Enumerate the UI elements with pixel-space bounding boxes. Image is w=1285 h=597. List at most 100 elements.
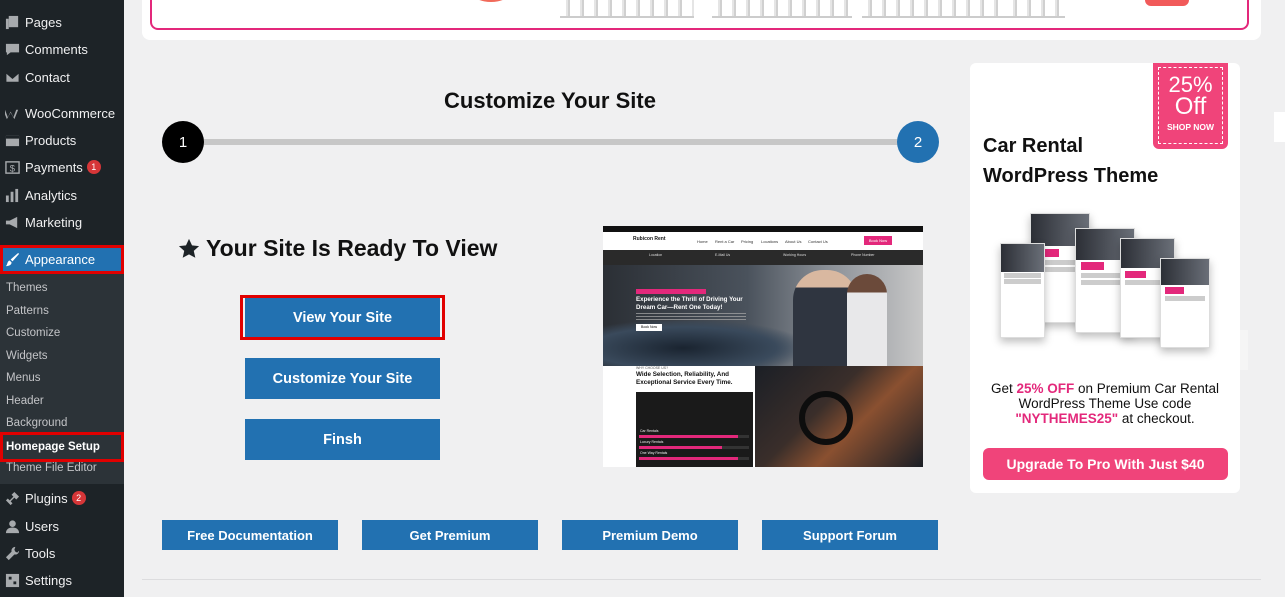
promo-card: 25% Off SHOP NOW Car Rental WordPress Th… <box>970 63 1240 493</box>
preview-bar-track <box>639 457 749 460</box>
woocommerce-icon <box>4 105 20 121</box>
pages-icon <box>4 14 20 30</box>
promo-text-pre: Get <box>990 381 1017 396</box>
preview-bar-label: Car Rentals <box>640 429 659 433</box>
view-site-button[interactable]: View Your Site <box>245 298 440 337</box>
upgrade-to-pro-button[interactable]: Upgrade To Pro With Just $40 <box>983 448 1228 480</box>
preview-info-item: Phone Number <box>851 253 875 257</box>
submenu-patterns[interactable]: Patterns <box>0 300 124 322</box>
sidebar-item-woocommerce[interactable]: WooCommerce <box>0 100 124 126</box>
preview-bar-track <box>639 435 749 438</box>
preview-hero-subtext <box>636 313 746 321</box>
sidebar-item-label: Analytics <box>25 187 78 203</box>
promo-text: Get 25% OFF on Premium Car Rental WordPr… <box>982 381 1228 426</box>
sidebar-item-tools[interactable]: Tools <box>0 540 124 566</box>
preview-info-item: Working Hours <box>783 253 807 257</box>
sidebar-item-label: Pages <box>25 14 62 30</box>
promo-code: "NYTHEMES25" <box>1015 411 1119 426</box>
sidebar-item-pages[interactable]: Pages <box>0 9 124 35</box>
sidebar-item-contact[interactable]: Contact <box>0 64 124 90</box>
sidebar-item-plugins[interactable]: Plugins 2 <box>0 485 124 511</box>
preview-bar-fill <box>639 435 738 438</box>
payments-icon: $ <box>4 159 20 175</box>
preview-nav-link: Pricing <box>741 239 754 244</box>
sidebar-item-analytics[interactable]: Analytics <box>0 182 124 208</box>
sidebar-item-payments[interactable]: $ Payments 1 <box>0 154 124 180</box>
submenu-background[interactable]: Background <box>0 412 124 434</box>
preview-bar-track <box>639 446 749 449</box>
preview-bar-label: One Way Rentals <box>640 451 668 455</box>
preview-nav-link: Locations <box>761 239 779 244</box>
premium-demo-button[interactable]: Premium Demo <box>562 520 738 550</box>
preview-book-button: Book Now <box>864 236 892 245</box>
sidebar-item-marketing[interactable]: Marketing <box>0 209 124 235</box>
step-1-indicator: 1 <box>162 121 204 163</box>
site-preview-image: Rubicon Rent Home Rent a Car Pricing Loc… <box>603 226 923 467</box>
sidebar-item-users[interactable]: Users <box>0 513 124 539</box>
preview-nav-link: Home <box>697 239 708 244</box>
sidebar-item-comments[interactable]: Comments <box>0 36 124 62</box>
sidebar-item-appearance[interactable]: Appearance <box>0 245 124 274</box>
mockup-screen <box>1160 258 1210 348</box>
promo-title: Car Rental WordPress Theme <box>983 135 1159 187</box>
top-banner-card <box>142 0 1261 40</box>
mail-icon <box>4 69 20 85</box>
sidebar-item-label: Tools <box>25 545 56 561</box>
preview-info-item: Location <box>649 253 663 257</box>
sidebar-item-label: WooCommerce <box>25 105 116 121</box>
submenu-customize[interactable]: Customize <box>0 322 124 344</box>
banner-circle-decoration <box>456 0 526 2</box>
banner-button[interactable] <box>1145 0 1189 6</box>
preview-bar-label: Luxury Rentals <box>640 440 664 444</box>
ready-heading: Your Site Is Ready To View <box>178 235 497 262</box>
get-premium-button[interactable]: Get Premium <box>362 520 538 550</box>
theme-mockup-image <box>1000 213 1215 363</box>
free-documentation-button[interactable]: Free Documentation <box>162 520 338 550</box>
preview-steering-wheel <box>799 391 853 445</box>
preview-car <box>603 321 803 366</box>
submenu-header[interactable]: Header <box>0 390 124 412</box>
badge-off: Off <box>1174 93 1207 120</box>
preview-logo: Rubicon Rent <box>633 236 666 242</box>
plugins-badge: 2 <box>71 491 86 505</box>
sidebar-item-label: Payments <box>25 159 83 175</box>
banner-thumbnail <box>560 0 694 18</box>
divider <box>142 579 1261 580</box>
preview-bar-fill <box>639 446 722 449</box>
sidebar-item-products[interactable]: Products <box>0 127 124 153</box>
ready-heading-text: Your Site Is Ready To View <box>206 235 498 261</box>
sidebar-item-label: Appearance <box>25 252 96 267</box>
support-forum-button[interactable]: Support Forum <box>762 520 938 550</box>
sidebar-item-label: Users <box>25 518 59 534</box>
preview-person <box>847 274 887 366</box>
finish-button[interactable]: Finsh <box>245 419 440 460</box>
sidebar-item-label: Contact <box>25 69 70 85</box>
carousel-arrow[interactable] <box>1240 330 1248 370</box>
users-icon <box>4 518 20 534</box>
preview-nav-link: Contact Us <box>808 239 828 244</box>
sidebar-item-settings[interactable]: Settings <box>0 567 124 593</box>
preview-hero-button: Book Now <box>636 324 662 331</box>
preview-bar-fill <box>639 457 738 460</box>
preview-nav-link: About Us <box>785 239 802 244</box>
mockup-screen <box>1000 243 1045 338</box>
marketing-icon <box>4 214 20 230</box>
products-icon <box>4 132 20 148</box>
submenu-widgets[interactable]: Widgets <box>0 345 124 367</box>
submenu-menus[interactable]: Menus <box>0 367 124 389</box>
star-icon <box>178 238 200 258</box>
sidebar-item-label: Settings <box>25 572 72 588</box>
promo-text-post: at checkout. <box>1118 411 1195 426</box>
preview-section-title: Wide Selection, Reliability, And Excepti… <box>636 371 733 386</box>
submenu-theme-file-editor[interactable]: Theme File Editor <box>0 457 124 479</box>
page-title: Customize Your Site <box>444 88 656 113</box>
preview-nav-link: Rent a Car <box>715 239 735 244</box>
brush-icon <box>4 252 20 268</box>
preview-section-label: WHY CHOOSE US? <box>636 366 669 370</box>
step-2-indicator: 2 <box>897 121 939 163</box>
submenu-themes[interactable]: Themes <box>0 277 124 299</box>
scroll-handle[interactable] <box>1274 112 1285 142</box>
tools-icon <box>4 545 20 561</box>
admin-sidebar: Pages Comments Contact WooCommerce Produ… <box>0 0 124 597</box>
customize-site-button[interactable]: Customize Your Site <box>245 358 440 399</box>
